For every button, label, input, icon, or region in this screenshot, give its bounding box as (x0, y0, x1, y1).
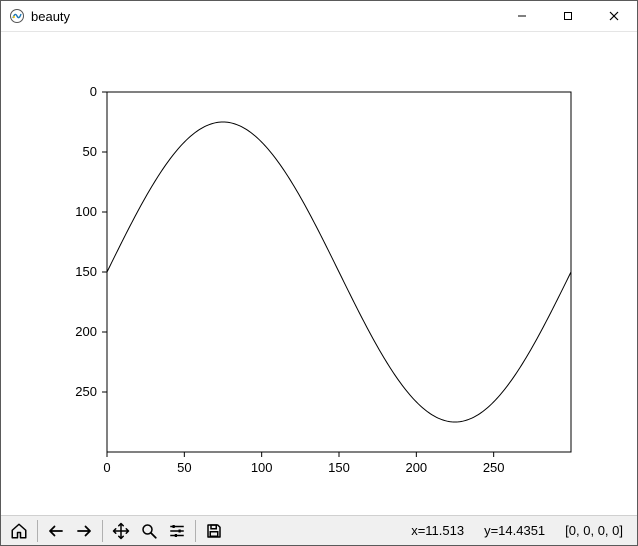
configure-subplots-button[interactable] (163, 518, 191, 544)
svg-text:200: 200 (75, 324, 97, 339)
status-extra: [0, 0, 0, 0] (555, 523, 633, 538)
svg-text:250: 250 (75, 384, 97, 399)
maximize-button[interactable] (545, 1, 591, 31)
toolbar-separator (37, 520, 38, 542)
svg-text:50: 50 (177, 460, 191, 475)
toolbar-separator (102, 520, 103, 542)
svg-text:150: 150 (328, 460, 350, 475)
close-button[interactable] (591, 1, 637, 31)
window-title: beauty (31, 9, 70, 24)
titlebar: beauty (1, 1, 637, 32)
svg-text:0: 0 (103, 460, 110, 475)
forward-button[interactable] (70, 518, 98, 544)
svg-text:100: 100 (251, 460, 273, 475)
plot-canvas[interactable]: 0 50 100 150 200 250 0 50 100 150 200 250 (1, 32, 637, 515)
svg-text:200: 200 (405, 460, 427, 475)
sliders-icon (168, 522, 186, 540)
zoom-icon (140, 522, 158, 540)
svg-text:100: 100 (75, 204, 97, 219)
home-icon (10, 522, 28, 540)
move-icon (112, 522, 130, 540)
save-icon (205, 522, 223, 540)
save-button[interactable] (200, 518, 228, 544)
svg-text:50: 50 (83, 144, 97, 159)
status-y: y=14.4351 (474, 523, 555, 538)
svg-text:250: 250 (483, 460, 505, 475)
minimize-button[interactable] (499, 1, 545, 31)
toolbar-separator (195, 520, 196, 542)
status-x-value: 11.513 (425, 523, 464, 538)
status-x-label: x= (411, 523, 425, 538)
status-y-label: y= (484, 523, 498, 538)
arrow-right-icon (75, 522, 93, 540)
svg-text:0: 0 (90, 84, 97, 99)
svg-text:150: 150 (75, 264, 97, 279)
app-icon (9, 8, 25, 24)
arrow-left-icon (47, 522, 65, 540)
pan-button[interactable] (107, 518, 135, 544)
status-y-value: 14.4351 (498, 523, 545, 538)
zoom-button[interactable] (135, 518, 163, 544)
back-button[interactable] (42, 518, 70, 544)
navigation-toolbar: x=11.513 y=14.4351 [0, 0, 0, 0] (1, 515, 637, 545)
home-button[interactable] (5, 518, 33, 544)
status-x: x=11.513 (401, 523, 474, 538)
app-window: beauty 0 50 100 150 200 250 0 50 100 150 200 250 (0, 0, 638, 546)
